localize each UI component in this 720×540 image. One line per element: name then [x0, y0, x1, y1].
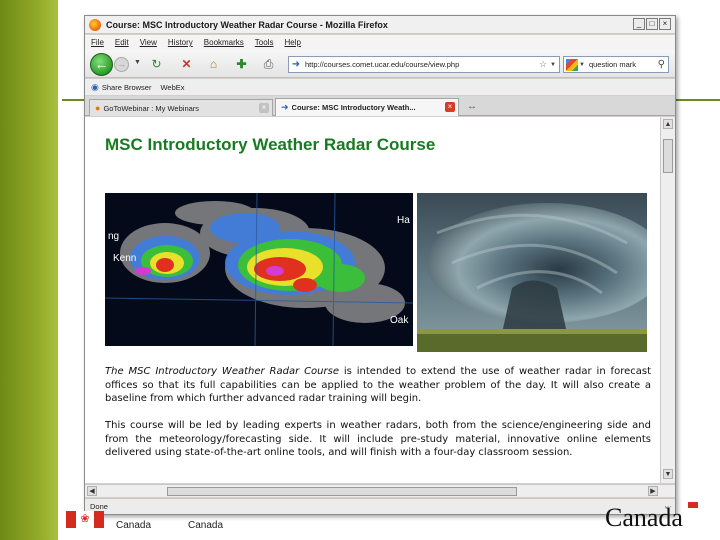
menu-view[interactable]: View — [140, 38, 157, 47]
radar-label-ha: Ha — [397, 215, 410, 226]
tab-label: GoToWebinar : My Webinars — [103, 103, 200, 113]
radar-image: Ha ng Kenn Oak — [105, 193, 413, 346]
green-side-bar — [0, 0, 58, 540]
radar-label-ng: ng — [108, 231, 119, 242]
add-bookmark-icon[interactable]: ✚ — [234, 57, 249, 72]
horizontal-scroll-thumb[interactable] — [167, 487, 517, 496]
bookmark-share-browser[interactable]: Share Browser — [102, 83, 152, 92]
webinar-favicon-icon: ● — [95, 103, 101, 113]
tab-close-icon[interactable]: × — [259, 103, 269, 113]
go-arrow-icon[interactable]: ➜ — [289, 59, 303, 70]
bookmark-webex[interactable]: WebEx — [160, 83, 184, 92]
menu-bar: File Edit View History Bookmarks Tools H… — [85, 35, 675, 50]
menu-help[interactable]: Help — [284, 38, 300, 47]
tab-close-icon[interactable]: × — [445, 102, 455, 112]
menu-file[interactable]: File — [91, 38, 104, 47]
wordmark-flag-icon — [688, 502, 698, 508]
window-title: Course: MSC Introductory Weather Radar C… — [106, 19, 388, 30]
menu-edit[interactable]: Edit — [115, 38, 129, 47]
storm-photo-graphic — [417, 193, 647, 352]
department-name-english: Canada — [116, 520, 152, 531]
course-description-paragraph: This course will be led by leading exper… — [105, 420, 651, 458]
share-browser-icon: ◉ — [91, 81, 99, 92]
tab-gotowebinar[interactable]: ● GoToWebinar : My Webinars × — [89, 99, 273, 116]
bookmarks-bar: ◉ Share Browser WebEx — [85, 79, 675, 95]
tab-label: Course: MSC Introductory Weath... — [291, 103, 416, 112]
firefox-icon — [89, 18, 101, 31]
back-button[interactable]: ← — [90, 53, 113, 76]
status-bar: Done ⋯ — [85, 498, 675, 514]
page-favicon-icon: ➜ — [281, 102, 289, 112]
storm-photo — [417, 193, 647, 352]
scroll-up-icon[interactable]: ▲ — [663, 119, 673, 129]
forward-button[interactable]: → — [114, 57, 129, 72]
page-title: MSC Introductory Weather Radar Course — [105, 135, 436, 154]
scroll-down-icon[interactable]: ▼ — [663, 469, 673, 479]
close-window-button[interactable]: × — [659, 18, 671, 30]
radar-label-kenn: Kenn — [113, 253, 136, 264]
address-bar[interactable]: ➜ http://courses.comet.ucar.edu/course/v… — [288, 56, 560, 73]
home-icon[interactable]: ⌂ — [206, 57, 221, 72]
new-tab-icon[interactable]: ↔ — [467, 101, 477, 112]
canada-wordmark: Canada — [605, 503, 683, 532]
scroll-left-icon[interactable]: ◀ — [87, 486, 97, 496]
canada-flag-icon: ❀ — [66, 511, 104, 528]
reload-icon[interactable]: ↻ — [149, 57, 164, 72]
maximize-button[interactable]: □ — [646, 18, 658, 30]
search-engine-dropdown-icon[interactable]: ▼ — [579, 62, 585, 68]
menu-tools[interactable]: Tools — [255, 38, 274, 47]
department-name-french: Canada — [188, 520, 224, 531]
minimize-button[interactable]: _ — [633, 18, 645, 30]
menu-history[interactable]: History — [168, 38, 193, 47]
history-dropdown-icon[interactable]: ▼ — [134, 59, 141, 66]
browser-window: Course: MSC Introductory Weather Radar C… — [84, 15, 676, 515]
bookmark-star-icon[interactable]: ☆ — [539, 59, 547, 70]
url-text[interactable]: http://courses.comet.ucar.edu/course/vie… — [305, 60, 539, 69]
scroll-right-icon[interactable]: ▶ — [648, 486, 658, 496]
stop-icon[interactable]: ✕ — [179, 57, 194, 72]
navigation-toolbar: ← → ▼ ↻ ✕ ⌂ ✚ ⎙ ➜ http://courses.comet.u… — [85, 50, 675, 78]
tab-course[interactable]: ➜ Course: MSC Introductory Weath... × — [275, 98, 459, 116]
radar-image-graphic: Ha ng Kenn Oak — [105, 193, 413, 346]
vertical-scroll-thumb[interactable] — [663, 139, 673, 173]
radar-label-oak: Oak — [390, 315, 409, 326]
url-dropdown-icon[interactable]: ▼ — [550, 62, 556, 68]
intro-paragraph: The MSC Introductory Weather Radar Cours… — [105, 365, 651, 406]
course-name-italic: The MSC Introductory Weather Radar Cours… — [105, 366, 339, 377]
status-text: Done — [90, 502, 108, 511]
search-box[interactable]: ▼ question mark ⚲ — [563, 56, 669, 73]
search-icon[interactable]: ⚲ — [658, 59, 665, 70]
menu-bookmarks[interactable]: Bookmarks — [204, 38, 244, 47]
slide: Course: MSC Introductory Weather Radar C… — [0, 0, 720, 540]
print-icon[interactable]: ⎙ — [261, 57, 276, 72]
vertical-scrollbar[interactable]: ▲ ▼ — [660, 117, 675, 483]
tab-strip: ● GoToWebinar : My Webinars × ➜ Course: … — [85, 96, 675, 116]
title-bar[interactable]: Course: MSC Introductory Weather Radar C… — [85, 16, 675, 34]
horizontal-scrollbar[interactable]: ◀ ▶ — [85, 484, 675, 497]
page-content: MSC Introductory Weather Radar Course Ha… — [85, 117, 660, 483]
google-icon[interactable] — [566, 58, 578, 71]
search-input[interactable]: question mark — [589, 60, 658, 69]
